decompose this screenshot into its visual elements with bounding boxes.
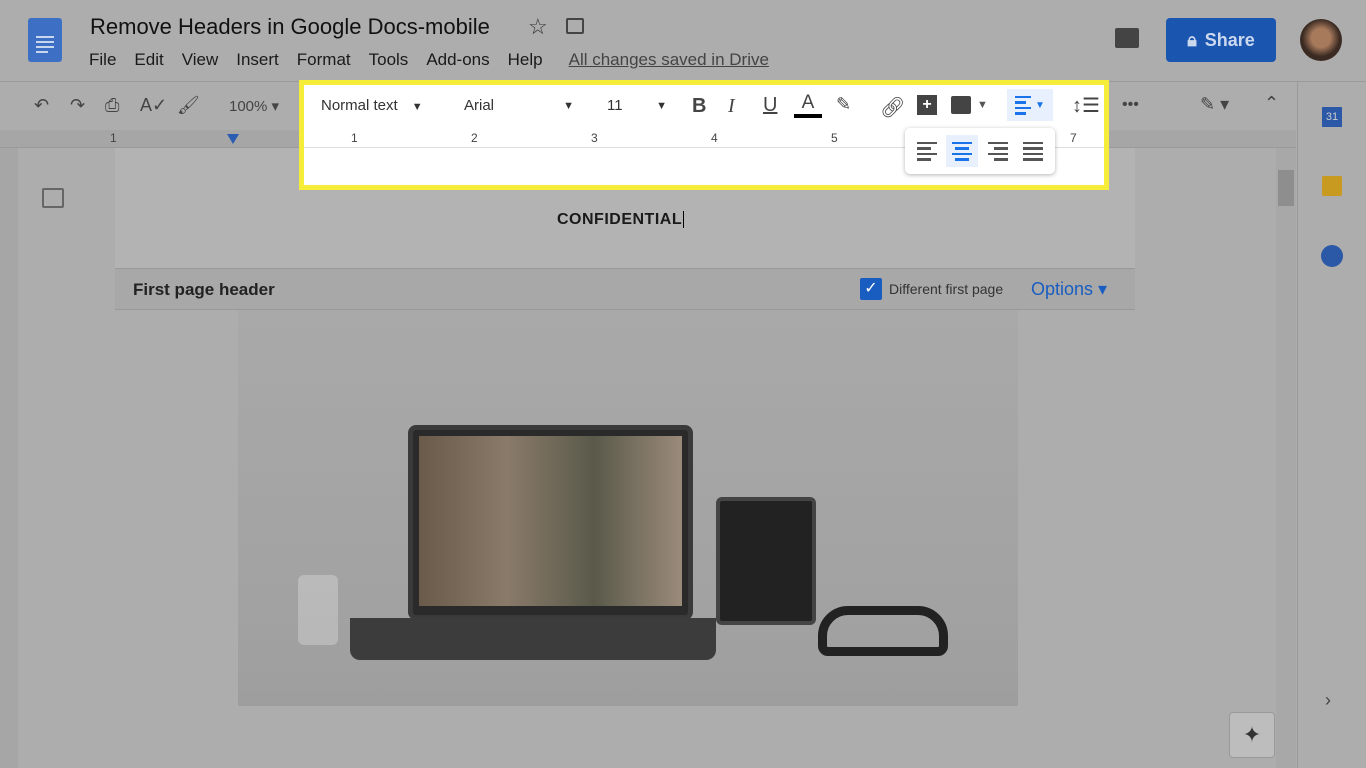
share-label: Share xyxy=(1204,29,1255,50)
align-left-icon xyxy=(1015,95,1031,115)
font-size-select[interactable]: 11 ▼ xyxy=(607,97,667,114)
vertical-ruler xyxy=(0,148,18,768)
different-first-page-label: Different first page xyxy=(889,281,1004,297)
outline-icon[interactable] xyxy=(42,188,64,208)
tasks-icon[interactable] xyxy=(1321,245,1343,267)
underline-icon[interactable]: U xyxy=(763,94,777,117)
zoom-select[interactable]: 100% ▾ xyxy=(229,97,279,115)
style-select[interactable]: Normal text ▼ xyxy=(321,97,423,114)
headphones xyxy=(818,606,948,656)
indent-marker[interactable] xyxy=(227,134,239,144)
explore-icon[interactable]: ✦ xyxy=(1229,712,1275,758)
comments-icon[interactable] xyxy=(1115,28,1139,48)
spellcheck-icon[interactable]: A✓ xyxy=(140,95,167,116)
vase xyxy=(298,575,338,645)
highlight-color-icon[interactable]: ✎ xyxy=(836,94,851,115)
align-left-option[interactable] xyxy=(911,135,943,167)
star-icon[interactable]: ☆ xyxy=(528,14,548,40)
calendar-icon[interactable]: 31 xyxy=(1322,107,1342,127)
text-color-icon[interactable]: A xyxy=(794,92,822,118)
lock-icon: 🔒︎ xyxy=(1187,29,1197,50)
editing-mode-icon[interactable]: ✎ ▾ xyxy=(1200,94,1229,115)
print-icon[interactable]: ⎙ xyxy=(105,95,119,116)
header-text[interactable]: CONFIDENTIAL xyxy=(557,211,685,229)
share-button[interactable]: 🔒︎ Share xyxy=(1166,18,1276,62)
collapse-menu-icon[interactable]: ⌃ xyxy=(1264,93,1279,114)
font-select[interactable]: Arial ▼ xyxy=(464,97,574,114)
section-label: First page header xyxy=(133,280,275,299)
menu-help[interactable]: Help xyxy=(508,50,543,70)
options-button[interactable]: Options ▾ xyxy=(1031,279,1107,300)
justify-option[interactable] xyxy=(1017,135,1049,167)
more-icon[interactable]: ••• xyxy=(1122,96,1139,114)
alignment-menu xyxy=(905,128,1055,174)
align-center-option[interactable] xyxy=(946,135,979,167)
link-icon[interactable]: 🔗︎ xyxy=(880,95,905,120)
line-spacing-icon[interactable]: ↕☰ xyxy=(1072,93,1100,118)
document-title[interactable]: Remove Headers in Google Docs-mobile xyxy=(90,14,490,40)
laptop-screen xyxy=(408,425,693,620)
save-status-link[interactable]: All changes saved in Drive xyxy=(569,50,769,70)
menu-insert[interactable]: Insert xyxy=(236,50,279,70)
scrollbar[interactable] xyxy=(1276,148,1296,768)
menu-edit[interactable]: Edit xyxy=(134,50,163,70)
menu-view[interactable]: View xyxy=(182,50,219,70)
menu-tools[interactable]: Tools xyxy=(369,50,409,70)
menu-file[interactable]: File xyxy=(89,50,116,70)
align-right-option[interactable] xyxy=(982,135,1014,167)
docs-logo-icon[interactable] xyxy=(28,18,62,62)
menu-addons[interactable]: Add-ons xyxy=(426,50,489,70)
image-dropdown-icon[interactable]: ▼ xyxy=(977,99,988,111)
tablet xyxy=(716,497,816,625)
add-comment-icon[interactable]: + xyxy=(917,95,937,115)
move-folder-icon[interactable] xyxy=(566,18,584,34)
header-image[interactable] xyxy=(238,310,1018,706)
bold-icon[interactable]: B xyxy=(692,95,706,118)
align-button[interactable]: ▼ xyxy=(1007,89,1053,121)
italic-icon[interactable]: I xyxy=(728,95,735,118)
menu-bar: File Edit View Insert Format Tools Add-o… xyxy=(89,50,769,70)
redo-icon[interactable]: ↷ xyxy=(70,95,85,116)
laptop-base xyxy=(350,618,716,660)
avatar[interactable] xyxy=(1300,19,1342,61)
paint-format-icon[interactable]: 🖌︎ xyxy=(177,95,200,116)
different-first-page-checkbox[interactable]: ✓ xyxy=(860,278,882,300)
undo-icon[interactable]: ↶ xyxy=(34,95,49,116)
menu-format[interactable]: Format xyxy=(297,50,351,70)
keep-icon[interactable] xyxy=(1322,176,1342,196)
insert-image-icon[interactable] xyxy=(951,96,971,114)
expand-panel-icon[interactable]: › xyxy=(1325,690,1331,711)
